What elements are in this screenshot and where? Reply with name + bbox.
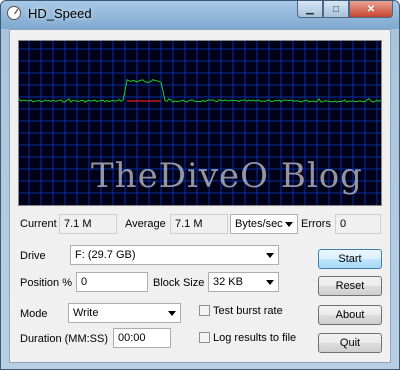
client-area: TheDiveO Blog Current 7.1 M Average 7.1 … [9,29,391,363]
quit-button[interactable]: Quit [318,333,382,353]
duration-label: Duration (MM:SS) [20,333,109,345]
speedometer-icon[interactable] [7,6,21,20]
duration-input[interactable]: 00:00 [113,328,171,348]
test-burst-checkbox[interactable] [199,305,210,316]
unit-select[interactable]: Bytes/sec [230,214,298,234]
drive-label: Drive [20,250,46,262]
speed-trace [19,79,381,103]
log-results-label[interactable]: Log results to file [213,332,296,344]
mode-select[interactable]: Write [68,303,181,323]
mode-label: Mode [20,308,48,320]
chevron-down-icon [285,222,293,227]
start-button[interactable]: Start [318,249,382,269]
reset-button[interactable]: Reset [318,276,382,296]
maximize-icon: □ [332,3,340,15]
chevron-down-icon [168,311,176,316]
close-button[interactable]: ✕ [349,1,393,18]
average-label: Average [125,218,166,230]
drive-select-value: F: (29.7 GB) [75,249,136,261]
log-results-checkbox[interactable] [199,332,210,343]
about-button[interactable]: About [318,305,382,325]
minimize-icon: ▁ [306,3,314,15]
position-input[interactable]: 0 [76,272,148,292]
errors-label: Errors [301,218,331,230]
drive-select[interactable]: F: (29.7 GB) [70,245,279,265]
close-icon: ✕ [366,3,376,15]
test-burst-label[interactable]: Test burst rate [213,305,283,317]
average-value: 7.1 M [170,214,228,234]
maximize-button[interactable]: □ [323,1,349,18]
chevron-down-icon [266,253,274,258]
current-value: 7.1 M [59,214,117,234]
minimize-button[interactable]: ▁ [297,1,323,18]
errors-value: 0 [335,214,381,234]
mode-select-value: Write [73,307,99,319]
position-label: Position % [20,277,72,289]
block-size-label: Block Size [153,277,205,289]
block-size-select[interactable]: 32 KB [208,272,279,292]
chevron-down-icon [266,280,274,285]
block-size-select-value: 32 KB [213,276,243,288]
hd-speed-window: HD_Speed ▁ □ ✕ TheDiveO Blog Current 7.1… [0,0,400,370]
unit-select-value: Bytes/sec [235,218,283,230]
caption-buttons: ▁ □ ✕ [297,1,393,19]
window-title: HD_Speed [28,6,92,21]
watermark-text: TheDiveO Blog [91,156,363,196]
title-bar[interactable]: HD_Speed ▁ □ ✕ [1,1,399,27]
speed-graph: TheDiveO Blog [18,40,382,206]
current-label: Current [20,218,57,230]
